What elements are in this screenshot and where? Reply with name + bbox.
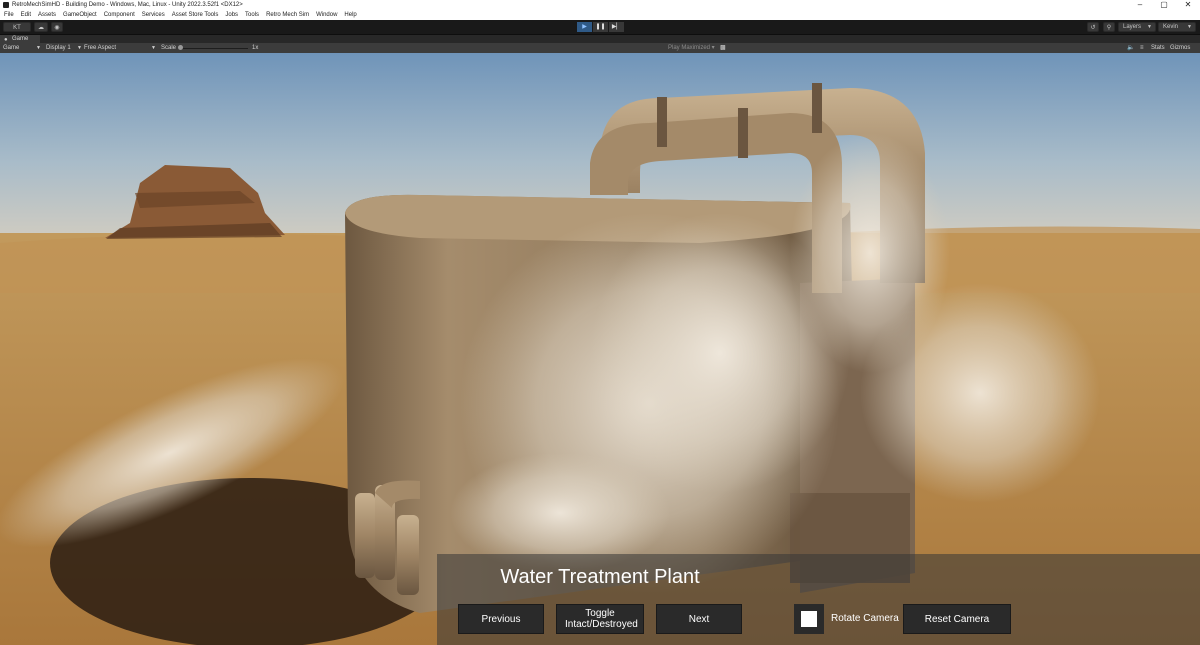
- collab-icon[interactable]: ◉: [51, 22, 63, 32]
- scale-slider-handle[interactable]: [178, 45, 183, 50]
- scale-slider-track[interactable]: [180, 48, 248, 49]
- chevron-down-icon: ▼: [151, 45, 156, 51]
- layers-dropdown[interactable]: Layers ▼: [1118, 22, 1156, 32]
- menu-window[interactable]: Window: [316, 10, 337, 20]
- reset-camera-label: Reset Camera: [924, 613, 990, 625]
- display-select[interactable]: Display 1: [46, 43, 71, 53]
- rotate-camera-checkbox[interactable]: [801, 611, 817, 627]
- chevron-down-icon: ▼: [36, 45, 41, 51]
- tab-game[interactable]: ● Game: [0, 35, 40, 43]
- rotate-camera-toggle[interactable]: [794, 604, 824, 634]
- menu-services[interactable]: Services: [142, 10, 165, 20]
- menu-assets[interactable]: Assets: [38, 10, 56, 20]
- window-title-bar: RetroMechSimHD - Building Demo - Windows…: [0, 0, 1200, 10]
- building-name-title: Water Treatment Plant: [500, 566, 700, 588]
- history-icon[interactable]: ↺: [1087, 22, 1099, 32]
- menu-edit[interactable]: Edit: [21, 10, 31, 20]
- reset-camera-button[interactable]: Reset Camera: [903, 604, 1011, 634]
- toggle-button-label: Toggle Intact/Destroyed: [565, 608, 638, 630]
- aspect-select[interactable]: Free Aspect: [84, 43, 116, 53]
- menu-retro-mech-sim[interactable]: Retro Mech Sim: [266, 10, 309, 20]
- menu-tools[interactable]: Tools: [245, 10, 259, 20]
- step-button[interactable]: ▶▏: [609, 22, 624, 32]
- window-controls: – ▢ ✕: [1128, 0, 1200, 10]
- next-button[interactable]: Next: [656, 604, 742, 634]
- menu-file[interactable]: File: [4, 10, 14, 20]
- chevron-down-icon: ▼: [1187, 24, 1192, 30]
- tab-bar: ● Game: [0, 35, 1200, 43]
- window-title: RetroMechSimHD - Building Demo - Windows…: [12, 2, 243, 8]
- play-mode-select[interactable]: Play Maximized ▾: [668, 43, 715, 53]
- play-button[interactable]: ▶: [577, 22, 592, 32]
- game-view-toolbar: Game ▼ Display 1 ▼ Free Aspect ▼ Scale 1…: [0, 43, 1200, 53]
- aspect-select-label: Free Aspect: [84, 45, 117, 51]
- gizmos-button[interactable]: Gizmos: [1170, 43, 1190, 53]
- chevron-down-icon: ▼: [1147, 24, 1152, 30]
- mute-icon[interactable]: ▩: [720, 43, 726, 53]
- settings-icon[interactable]: ≡: [1140, 43, 1144, 53]
- account-button[interactable]: KT: [3, 22, 31, 32]
- view-select-label: Game: [3, 45, 20, 51]
- close-button[interactable]: ✕: [1176, 0, 1200, 10]
- menu-help[interactable]: Help: [344, 10, 356, 20]
- layout-label: Kevin: [1163, 24, 1179, 30]
- stats-button[interactable]: Stats: [1151, 43, 1165, 53]
- scale-value: 1x: [252, 45, 259, 51]
- menu-asset-store-tools[interactable]: Asset Store Tools: [172, 10, 219, 20]
- maximize-button[interactable]: ▢: [1152, 0, 1176, 10]
- display-select-label: Display 1: [46, 45, 71, 51]
- rotate-camera-label: Rotate Camera: [831, 613, 899, 624]
- account-label: KT: [13, 25, 21, 31]
- layout-dropdown[interactable]: Kevin ▼: [1158, 22, 1196, 32]
- unity-logo-icon: [3, 2, 9, 8]
- next-button-label: Next: [688, 613, 710, 625]
- chevron-down-icon: ▼: [77, 45, 82, 51]
- scale-label: Scale: [161, 45, 177, 51]
- menu-bar: File Edit Assets GameObject Component Se…: [0, 10, 1200, 20]
- search-icon[interactable]: ⚲: [1103, 22, 1115, 32]
- minimize-button[interactable]: –: [1128, 0, 1152, 10]
- previous-button[interactable]: Previous: [458, 604, 544, 634]
- cloud-icon[interactable]: ☁: [34, 22, 48, 32]
- layers-label: Layers: [1123, 24, 1142, 30]
- play-controls: ▶ ❚❚ ▶▏: [577, 22, 625, 32]
- tab-game-label: Game: [12, 36, 29, 42]
- menu-jobs[interactable]: Jobs: [225, 10, 238, 20]
- speaker-icon[interactable]: 🔈: [1127, 43, 1134, 53]
- menu-gameobject[interactable]: GameObject: [63, 10, 97, 20]
- previous-button-label: Previous: [481, 613, 521, 625]
- main-toolbar: KT ☁ ◉ ▶ ❚❚ ▶▏ ↺ ⚲ Layers ▼ Kevin ▼: [0, 20, 1200, 35]
- pause-button[interactable]: ❚❚: [593, 22, 608, 32]
- view-select[interactable]: Game: [3, 43, 19, 53]
- toggle-intact-destroyed-button[interactable]: Toggle Intact/Destroyed: [556, 604, 644, 634]
- menu-component[interactable]: Component: [104, 10, 135, 20]
- play-mode-label: Play Maximized: [668, 45, 711, 51]
